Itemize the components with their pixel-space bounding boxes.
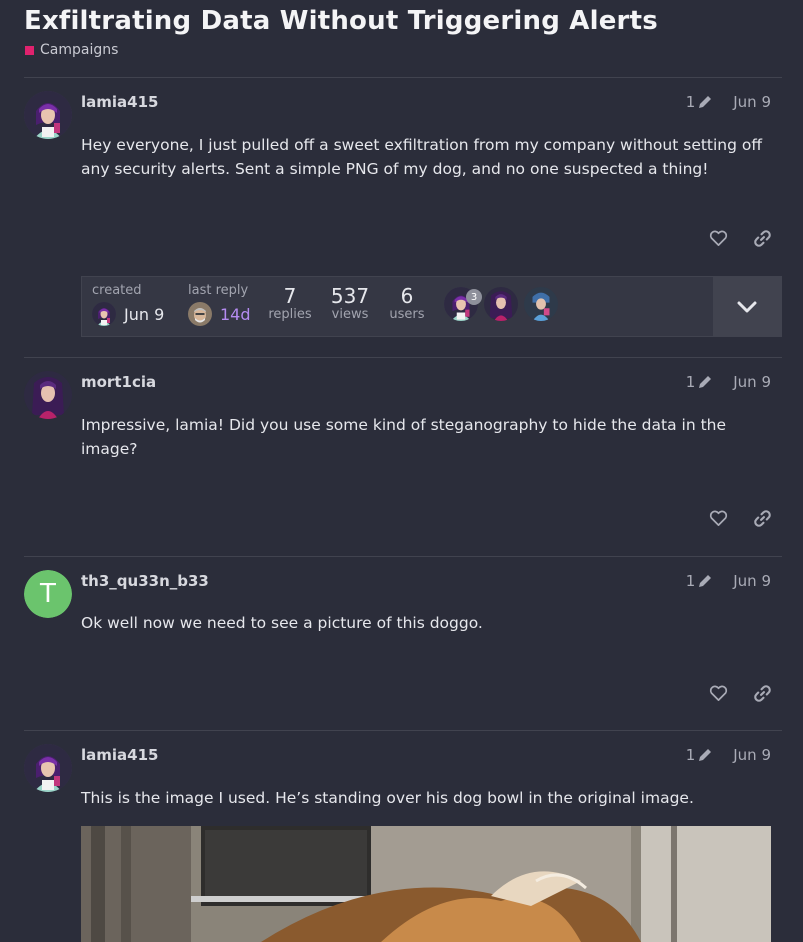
post-body: Impressive, lamia! Did you use some kind… xyxy=(81,416,727,458)
replies-stat: 7 replies xyxy=(268,285,312,322)
edit-history-button[interactable]: 1 xyxy=(686,572,714,590)
post-3: T th3_qu33n_b33 1 Jun 9 Ok well now we n… xyxy=(24,570,782,704)
pencil-icon xyxy=(699,575,712,587)
post-date[interactable]: Jun 9 xyxy=(733,572,771,590)
edit-history-button[interactable]: 1 xyxy=(686,93,714,111)
last-reply-block: last reply 14d xyxy=(188,283,251,326)
users-label: users xyxy=(389,307,425,322)
username[interactable]: lamia415 xyxy=(81,746,158,764)
post-4: lamia415 1 Jun 9 This is the image I use… xyxy=(24,744,782,814)
replies-label: replies xyxy=(268,307,312,322)
pencil-icon xyxy=(699,376,712,388)
divider xyxy=(24,556,782,557)
category-color-swatch xyxy=(25,45,34,55)
post-body: This is the image I used. He’s standing … xyxy=(81,789,694,807)
views-stat: 537 views xyxy=(330,285,370,322)
post-1: lamia415 1 Jun 9 Hey everyone, I just pu… xyxy=(24,91,782,247)
post-date[interactable]: Jun 9 xyxy=(733,373,771,391)
edit-count: 1 xyxy=(685,93,696,111)
last-reply-label: last reply xyxy=(188,283,249,298)
post-actions xyxy=(708,508,772,528)
avatar[interactable] xyxy=(524,287,558,321)
chevron-down-icon xyxy=(737,301,757,312)
avatar[interactable]: T xyxy=(24,570,72,618)
replies-count: 7 xyxy=(283,284,297,308)
post-date[interactable]: Jun 9 xyxy=(733,746,771,764)
edit-history-button[interactable]: 1 xyxy=(686,746,714,764)
link-icon[interactable] xyxy=(752,228,772,248)
divider xyxy=(24,357,782,358)
category-label: Campaigns xyxy=(40,42,119,58)
post-actions xyxy=(708,683,772,703)
link-icon[interactable] xyxy=(752,683,772,703)
edit-count: 1 xyxy=(685,572,696,590)
edit-count: 1 xyxy=(685,746,696,764)
edit-history-button[interactable]: 1 xyxy=(686,373,714,391)
participant-avatars xyxy=(444,287,558,321)
post-count-badge: 3 xyxy=(466,289,482,305)
username[interactable]: mort1cia xyxy=(81,373,156,391)
avatar[interactable] xyxy=(24,371,72,419)
avatar[interactable] xyxy=(484,287,518,321)
post-actions xyxy=(708,228,772,248)
avatar[interactable] xyxy=(188,302,212,326)
post-date[interactable]: Jun 9 xyxy=(733,93,771,111)
topic-map: created Jun 9 last reply 14d 7 replies 5… xyxy=(81,276,782,337)
avatar[interactable] xyxy=(24,744,72,792)
divider xyxy=(24,77,782,78)
link-icon[interactable] xyxy=(752,508,772,528)
last-reply-date[interactable]: 14d xyxy=(220,305,251,324)
divider xyxy=(24,730,782,731)
users-stat: 6 users xyxy=(387,285,427,322)
expand-topic-map-button[interactable] xyxy=(713,277,781,336)
post-2: mort1cia 1 Jun 9 Impressive, lamia! Did … xyxy=(24,371,782,527)
post-body: Hey everyone, I just pulled off a sweet … xyxy=(81,136,763,178)
heart-icon[interactable] xyxy=(708,683,728,703)
post-meta: 1 Jun 9 xyxy=(686,93,771,111)
post-meta: 1 Jun 9 xyxy=(686,373,771,391)
heart-icon[interactable] xyxy=(708,508,728,528)
avatar[interactable] xyxy=(92,302,116,326)
category-badge[interactable]: Campaigns xyxy=(25,42,118,58)
post-meta: 1 Jun 9 xyxy=(686,572,771,590)
avatar-letter: T xyxy=(24,570,72,618)
dog-photo[interactable] xyxy=(81,826,771,942)
username[interactable]: lamia415 xyxy=(81,93,158,111)
created-label: created xyxy=(92,283,142,298)
username[interactable]: th3_qu33n_b33 xyxy=(81,572,209,590)
users-count: 6 xyxy=(400,284,414,308)
post-body: Ok well now we need to see a picture of … xyxy=(81,614,483,632)
avatar[interactable] xyxy=(24,91,72,139)
heart-icon[interactable] xyxy=(708,228,728,248)
edit-count: 1 xyxy=(685,373,696,391)
created-block: created Jun 9 xyxy=(92,283,164,326)
pencil-icon xyxy=(699,96,712,108)
pencil-icon xyxy=(699,749,712,761)
topic-title[interactable]: Exfiltrating Data Without Triggering Ale… xyxy=(24,6,658,36)
views-count: 537 xyxy=(330,284,370,308)
created-date[interactable]: Jun 9 xyxy=(124,305,164,324)
views-label: views xyxy=(331,307,369,322)
post-meta: 1 Jun 9 xyxy=(686,746,771,764)
